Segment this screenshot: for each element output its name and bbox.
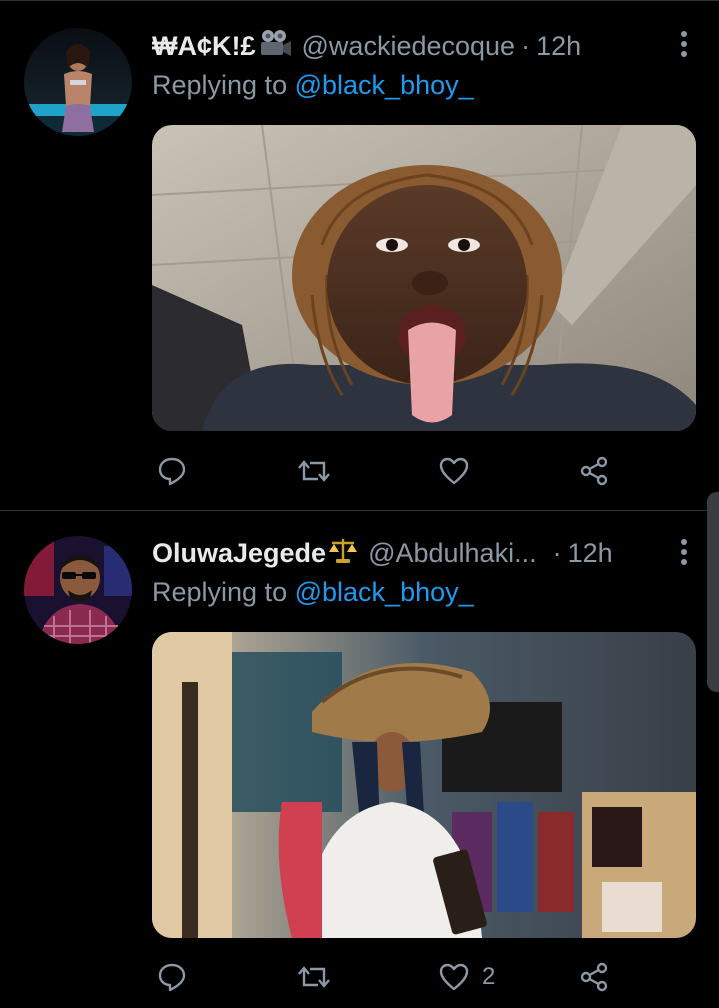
share-button[interactable]: [578, 451, 610, 491]
like-count: 2: [482, 963, 496, 990]
timestamp[interactable]: 12h: [568, 538, 613, 569]
timestamp[interactable]: 12h: [536, 31, 581, 62]
replying-to-label: Replying to: [152, 577, 288, 607]
like-button[interactable]: 2: [438, 957, 495, 997]
more-options-icon[interactable]: [679, 30, 689, 58]
replying-to: Replying to @black_bhoy_: [152, 577, 474, 613]
replying-to: Replying to @black_bhoy_: [152, 70, 474, 106]
tweet-image[interactable]: [152, 632, 696, 938]
share-button[interactable]: [578, 957, 610, 997]
separator-dot: ·: [552, 537, 562, 568]
retweet-button[interactable]: [296, 451, 332, 491]
reply-icon: [158, 963, 186, 992]
reply-icon: [158, 457, 186, 486]
like-button[interactable]: [438, 451, 482, 491]
tweet[interactable]: OluwaJegede @Abdulhaki... · 12h Replying…: [0, 511, 719, 1008]
retweet-icon: [298, 460, 330, 482]
video-camera-icon: [258, 29, 292, 64]
action-bar: 2: [152, 957, 622, 997]
avatar[interactable]: [24, 536, 132, 644]
display-name[interactable]: ₩A¢K!£: [152, 31, 256, 62]
separator-dot: ·: [521, 30, 531, 61]
retweet-icon: [298, 966, 330, 988]
tweet-image[interactable]: [152, 125, 696, 431]
avatar[interactable]: [24, 28, 132, 136]
scroll-handle[interactable]: [707, 492, 719, 692]
mention-link[interactable]: @black_bhoy_: [295, 577, 474, 607]
mention-link[interactable]: @black_bhoy_: [295, 70, 474, 100]
tweet-header: ₩A¢K!£ @wackiedecoque · 12h: [152, 26, 695, 66]
more-options-icon[interactable]: [679, 538, 689, 566]
tweet-header: OluwaJegede @Abdulhaki... · 12h: [152, 533, 695, 573]
balance-scale-icon: [328, 536, 358, 571]
share-icon: [580, 962, 608, 992]
action-bar: [152, 451, 622, 491]
reply-button[interactable]: [156, 451, 188, 491]
replying-to-label: Replying to: [152, 70, 288, 100]
handle[interactable]: @Abdulhaki...: [368, 538, 537, 569]
reply-button[interactable]: [156, 957, 188, 997]
share-icon: [580, 456, 608, 486]
heart-icon: [439, 963, 469, 991]
handle[interactable]: @wackiedecoque: [302, 31, 516, 62]
retweet-button[interactable]: [296, 957, 332, 997]
heart-icon: [439, 457, 469, 485]
display-name[interactable]: OluwaJegede: [152, 538, 326, 569]
tweet[interactable]: ₩A¢K!£ @wackiedecoque · 12h Replying to …: [0, 0, 719, 510]
